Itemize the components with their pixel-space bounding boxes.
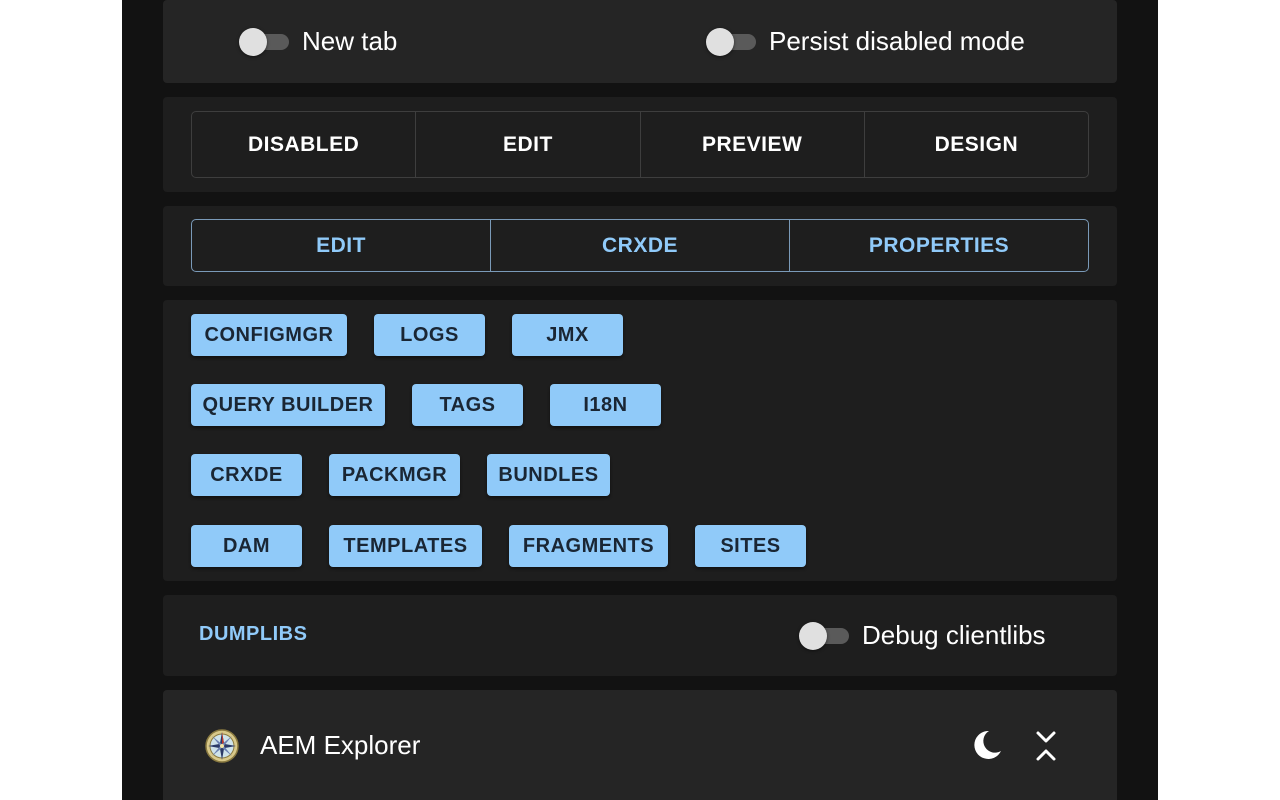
dumplibs-button[interactable]: DUMPLIBS [199, 623, 307, 646]
mode-design-button[interactable]: DESIGN [865, 112, 1088, 177]
link-edit-button[interactable]: EDIT [192, 220, 491, 271]
persist-disabled-switch[interactable] [706, 27, 756, 57]
tags-button[interactable]: TAGS [412, 384, 523, 426]
moon-icon[interactable] [969, 727, 1005, 763]
compass-icon [204, 728, 240, 764]
bundles-button[interactable]: BUNDLES [487, 454, 610, 496]
links-button-group: EDIT CRXDE PROPERTIES [191, 219, 1089, 272]
jmx-button[interactable]: JMX [512, 314, 623, 356]
mode-toggle-group: DISABLED EDIT PREVIEW DESIGN [191, 111, 1089, 178]
new-tab-label: New tab [302, 26, 398, 56]
debug-clientlibs-switch[interactable] [799, 621, 849, 651]
packmgr-button[interactable]: PACKMGR [329, 454, 460, 496]
app-title: AEM Explorer [260, 730, 421, 760]
fragments-button[interactable]: FRAGMENTS [509, 525, 668, 567]
dam-button[interactable]: DAM [191, 525, 302, 567]
i18n-button[interactable]: I18N [550, 384, 661, 426]
link-crxde-button[interactable]: CRXDE [491, 220, 790, 271]
logs-button[interactable]: LOGS [374, 314, 485, 356]
new-tab-switch[interactable] [239, 27, 289, 57]
query-builder-button[interactable]: QUERY BUILDER [191, 384, 385, 426]
mode-disabled-button[interactable]: DISABLED [192, 112, 417, 177]
debug-clientlibs-label: Debug clientlibs [862, 620, 1046, 650]
crxde-button[interactable]: CRXDE [191, 454, 302, 496]
sites-button[interactable]: SITES [695, 525, 806, 567]
mode-preview-button[interactable]: PREVIEW [641, 112, 865, 177]
configmgr-button[interactable]: CONFIGMGR [191, 314, 347, 356]
templates-button[interactable]: TEMPLATES [329, 525, 482, 567]
collapse-icon[interactable] [1032, 728, 1060, 764]
persist-disabled-label: Persist disabled mode [769, 26, 1025, 56]
link-properties-button[interactable]: PROPERTIES [790, 220, 1088, 271]
mode-edit-button[interactable]: EDIT [416, 112, 641, 177]
